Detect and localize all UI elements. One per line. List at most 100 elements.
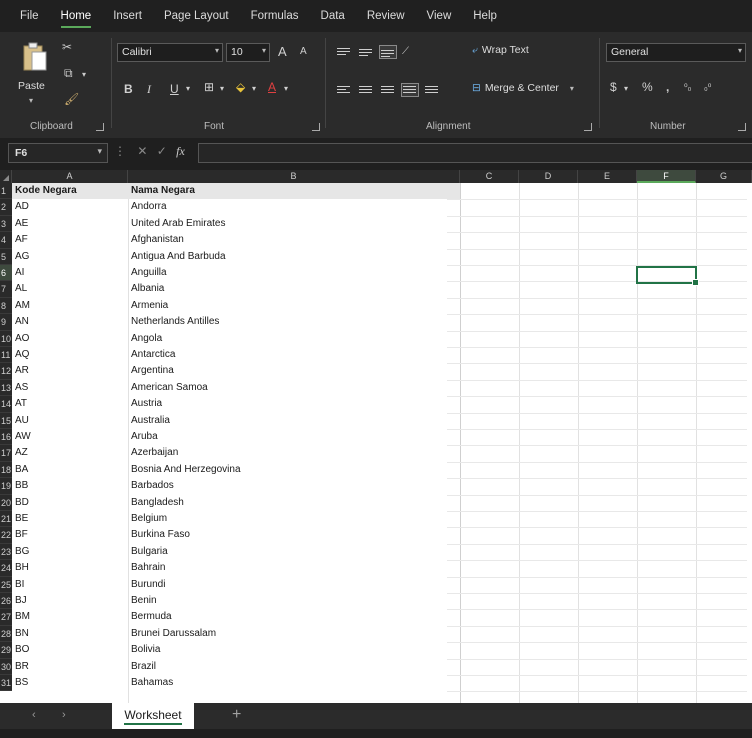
column-header-g[interactable]: G: [696, 170, 752, 183]
cell-kode[interactable]: AI: [12, 265, 128, 281]
cell-kode[interactable]: BN: [12, 626, 128, 642]
cell-nama[interactable]: Antarctica: [128, 347, 460, 363]
clipboard-launcher-icon[interactable]: [96, 123, 104, 131]
cell-kode[interactable]: AD: [12, 199, 128, 215]
cell-nama[interactable]: Bahrain: [128, 560, 460, 576]
cell-kode[interactable]: AZ: [12, 445, 128, 461]
alignment-launcher-icon[interactable]: [584, 123, 592, 131]
cell-kode[interactable]: AM: [12, 298, 128, 314]
cell-nama[interactable]: Bosnia And Herzegovina: [128, 462, 460, 478]
row-header[interactable]: 31: [0, 675, 12, 692]
cell-nama[interactable]: United Arab Emirates: [128, 216, 460, 232]
cell-nama[interactable]: Bangladesh: [128, 495, 460, 511]
header-cell-nama[interactable]: Nama Negara: [128, 183, 460, 200]
cell-nama[interactable]: Argentina: [128, 363, 460, 379]
cell-nama[interactable]: Bermuda: [128, 609, 460, 625]
cell-nama[interactable]: Andorra: [128, 199, 460, 215]
row-header[interactable]: 29: [0, 642, 12, 659]
underline-icon[interactable]: U: [170, 82, 179, 96]
copy-icon[interactable]: ⧉: [64, 66, 73, 81]
cell-kode[interactable]: BF: [12, 527, 128, 543]
align-left-icon[interactable]: [336, 84, 352, 96]
row-header[interactable]: 7: [0, 281, 12, 298]
cell-kode[interactable]: AQ: [12, 347, 128, 363]
row-header[interactable]: 3: [0, 215, 12, 233]
row-header[interactable]: 26: [0, 593, 12, 610]
cell-nama[interactable]: Bolivia: [128, 642, 460, 658]
borders-icon[interactable]: ⊞: [204, 80, 214, 94]
cell-kode[interactable]: BD: [12, 495, 128, 511]
cell-nama[interactable]: Barbados: [128, 478, 460, 494]
row-header[interactable]: 1: [0, 183, 12, 200]
increase-decimal-icon[interactable]: ⁰₀: [684, 82, 691, 93]
decrease-indent-icon[interactable]: [401, 83, 419, 97]
enter-icon[interactable]: ✓: [157, 144, 167, 158]
number-format-select[interactable]: General ▾: [606, 43, 746, 62]
cell-kode[interactable]: BE: [12, 511, 128, 527]
row-header[interactable]: 21: [0, 511, 12, 528]
select-all-icon[interactable]: [0, 170, 12, 183]
orientation-icon[interactable]: ⟋: [402, 46, 418, 58]
row-header[interactable]: 16: [0, 429, 12, 446]
cell-kode[interactable]: AO: [12, 331, 128, 347]
cell-nama[interactable]: Angola: [128, 331, 460, 347]
paste-button[interactable]: Paste: [18, 80, 45, 92]
cell-nama[interactable]: Bahamas: [128, 675, 460, 691]
cell-kode[interactable]: BJ: [12, 593, 128, 609]
row-header[interactable]: 25: [0, 576, 12, 593]
font-color-icon[interactable]: A: [268, 80, 276, 94]
cell-kode[interactable]: AW: [12, 429, 128, 445]
percent-icon[interactable]: %: [642, 80, 653, 94]
merge-center-button[interactable]: ⊟ Merge & Center ▾: [472, 82, 574, 94]
row-header[interactable]: 13: [0, 379, 12, 397]
format-painter-icon[interactable]: 🖌: [64, 92, 79, 106]
cell-kode[interactable]: AS: [12, 380, 128, 396]
font-color-dropdown-icon[interactable]: ▾: [284, 84, 288, 93]
font-launcher-icon[interactable]: [312, 123, 320, 131]
row-header[interactable]: 20: [0, 494, 12, 511]
cell-nama[interactable]: Antigua And Barbuda: [128, 249, 460, 265]
wrap-text-button[interactable]: ⤶ Wrap Text: [472, 44, 529, 57]
cell-nama[interactable]: Austria: [128, 396, 460, 412]
font-name-select[interactable]: Calibri ▾: [117, 43, 223, 62]
cell-nama[interactable]: Benin: [128, 593, 460, 609]
cell-kode[interactable]: AL: [12, 281, 128, 297]
row-header[interactable]: 18: [0, 461, 12, 479]
column-header-e[interactable]: E: [578, 170, 637, 183]
cell-nama[interactable]: Afghanistan: [128, 232, 460, 248]
menu-file[interactable]: File: [20, 0, 39, 32]
bold-icon[interactable]: B: [124, 82, 133, 96]
row-header[interactable]: 4: [0, 232, 12, 249]
name-box-dropdown-icon[interactable]: ▾: [97, 146, 102, 157]
menu-home[interactable]: Home: [60, 0, 91, 32]
cell-nama[interactable]: Belgium: [128, 511, 460, 527]
cell-kode[interactable]: BO: [12, 642, 128, 658]
row-header[interactable]: 24: [0, 560, 12, 577]
cell-kode[interactable]: BR: [12, 659, 128, 675]
cell-kode[interactable]: AU: [12, 413, 128, 429]
column-header-c[interactable]: C: [460, 170, 519, 183]
cell-nama[interactable]: Armenia: [128, 298, 460, 314]
cell-nama[interactable]: Burundi: [128, 577, 460, 593]
cancel-icon[interactable]: ✕: [137, 144, 147, 158]
bottom-align-icon[interactable]: [379, 45, 397, 59]
cell-kode[interactable]: AR: [12, 363, 128, 379]
row-header[interactable]: 14: [0, 396, 12, 413]
row-header[interactable]: 5: [0, 248, 12, 265]
row-header[interactable]: 8: [0, 297, 12, 315]
middle-align-icon[interactable]: [358, 46, 374, 58]
cell-kode[interactable]: BI: [12, 577, 128, 593]
fill-color-dropdown-icon[interactable]: ▾: [252, 84, 256, 93]
number-launcher-icon[interactable]: [738, 123, 746, 131]
font-size-select[interactable]: 10 ▾: [226, 43, 270, 62]
decrease-font-icon[interactable]: A: [300, 46, 307, 57]
row-header[interactable]: 28: [0, 625, 12, 643]
cell-kode[interactable]: BG: [12, 544, 128, 560]
menu-insert[interactable]: Insert: [113, 0, 142, 32]
row-header[interactable]: 11: [0, 347, 12, 364]
sheet-tab-worksheet[interactable]: Worksheet: [112, 703, 194, 729]
menu-review[interactable]: Review: [367, 0, 405, 32]
increase-font-icon[interactable]: A: [278, 44, 287, 59]
formula-input[interactable]: [198, 143, 752, 163]
cell-kode[interactable]: AG: [12, 249, 128, 265]
